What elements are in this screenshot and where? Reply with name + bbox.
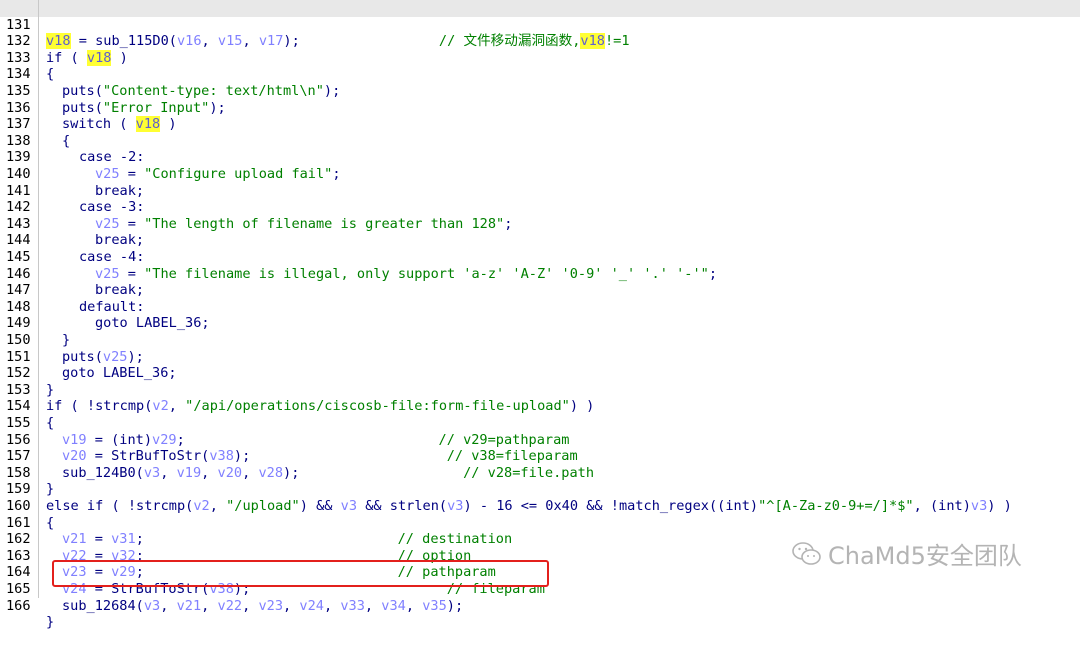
code-line: 144 case -4: (0, 215, 1080, 265)
code-line: 131 v18 = sub_115D0(v16, v15, v17); // 文… (0, 0, 1080, 50)
code-line: 135 puts("Error Input"); (0, 66, 1080, 116)
code-line: 145 v25 = "The filename is illegal, only… (0, 232, 1080, 282)
code-line: 153 if ( !strcmp(v2, "/api/operations/ci… (0, 365, 1080, 414)
code-line: 147 default: (0, 265, 1080, 315)
code-line: 138 case -2: (0, 116, 1080, 165)
code-line: 141 case -3: (0, 166, 1080, 215)
code-line: 155 v19 = (int)v29; // v29=pathparam (0, 398, 1080, 448)
code-line: 134 puts("Content-type: text/html\n"); (0, 49, 1080, 99)
code-line: 137 { (0, 99, 1080, 149)
highlight-box (52, 560, 549, 587)
code-line: 156 v20 = StrBufToStr(v38); // v38=filep… (0, 415, 1080, 464)
code-line: 161 v21 = v31; // destination (0, 498, 1080, 547)
code-line: 133 { (0, 33, 1080, 82)
code-line: 143 break; (0, 199, 1080, 248)
code-line: 136 switch ( v18 ) (0, 83, 1080, 133)
code-line: 154 { (0, 381, 1080, 431)
wechat-icon (792, 541, 821, 565)
code-line: 142 v25 = "The length of filename is gre… (0, 182, 1080, 232)
code-line: 158 } (0, 448, 1080, 497)
watermark-text: ChaMd5安全团队 (828, 542, 1022, 570)
watermark: ChaMd5安全团队 (792, 536, 1022, 571)
code-line: 139 v25 = "Configure upload fail"; (0, 132, 1080, 182)
code-line: 150 puts(v25); (0, 315, 1080, 365)
code-line: 149 } (0, 298, 1080, 348)
line-number: 166 (6, 597, 31, 614)
code-line: 140 break; (0, 149, 1080, 199)
code-line: 160 { (0, 481, 1080, 531)
code-line: 132 if ( v18 ) (0, 16, 1080, 66)
code-line: 146 break; (0, 249, 1080, 298)
code-line: 159 else if ( !strcmp(v2, "/upload") && … (0, 464, 1080, 514)
code-line: 157 sub_124B0(v3, v19, v20, v28); // v28… (0, 431, 1080, 481)
code-line: 148 goto LABEL_36; (0, 282, 1080, 331)
code-line: 151 goto LABEL_36; (0, 332, 1080, 381)
code-line: 162 v22 = v32; // option (0, 514, 1080, 564)
decompiler-code-view: 131 v18 = sub_115D0(v16, v15, v17); // 文… (0, 0, 1080, 630)
code-line: 152 } (0, 348, 1080, 398)
